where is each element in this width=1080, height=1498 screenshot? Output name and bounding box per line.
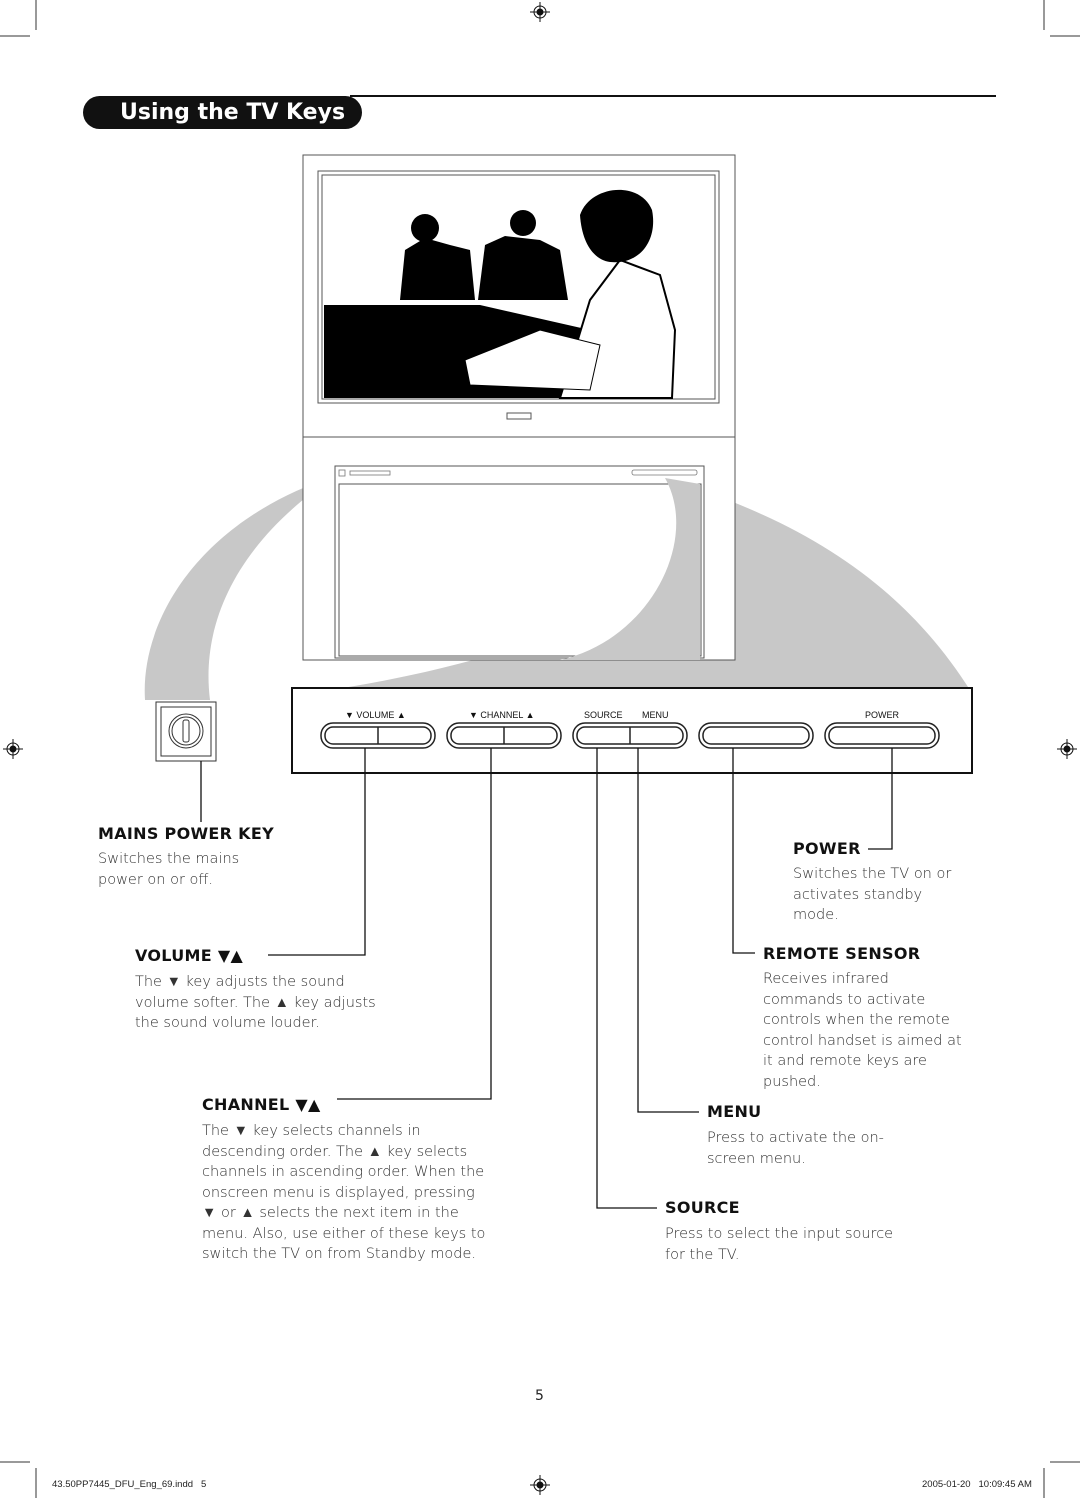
footer-timestamp: 2005-01-20 10:09:45 AM [922, 1479, 1032, 1490]
panel-label-channel: ▼ CHANNEL ▲ [469, 710, 535, 720]
panel-label-power: POWER [865, 710, 900, 720]
illustration [0, 0, 1080, 1498]
page-title: Using the TV Keys [83, 96, 362, 129]
manual-page: Using the TV Keys ▼ VOLUME ▲ ▼ CHANNEL ▲… [0, 0, 1080, 1498]
mains-heading: MAINS POWER KEY [98, 824, 274, 843]
source-heading: SOURCE [665, 1198, 740, 1217]
source-text: Press to select the input source for the… [665, 1226, 894, 1263]
page-number: 5 [535, 1388, 544, 1404]
panel-label-source: SOURCE [584, 710, 623, 720]
power-knob-icon [155, 701, 217, 762]
power-text: Switches the TV on or activates standby … [793, 866, 952, 923]
remote-sensor-heading: REMOTE SENSOR [763, 944, 921, 963]
volume-text: The ▼ key adjusts the sound volume softe… [135, 974, 376, 1031]
power-heading: POWER [793, 839, 861, 858]
mains-text: Switches the mains power on or off. [98, 851, 240, 888]
channel-text: The ▼ key selects channels in descending… [202, 1123, 486, 1262]
menu-heading: MENU [707, 1102, 762, 1121]
volume-heading: VOLUME ▼▲ [135, 946, 244, 965]
panel-label-menu: MENU [642, 710, 669, 720]
panel-label-volume: ▼ VOLUME ▲ [345, 710, 406, 720]
remote-sensor-text: Receives infrared commands to activate c… [763, 971, 962, 1090]
footer-file: 43.50PP7445_DFU_Eng_69.indd 5 [52, 1479, 207, 1490]
menu-text: Press to activate the on-screen menu. [707, 1130, 884, 1167]
channel-heading: CHANNEL ▼▲ [202, 1095, 321, 1114]
